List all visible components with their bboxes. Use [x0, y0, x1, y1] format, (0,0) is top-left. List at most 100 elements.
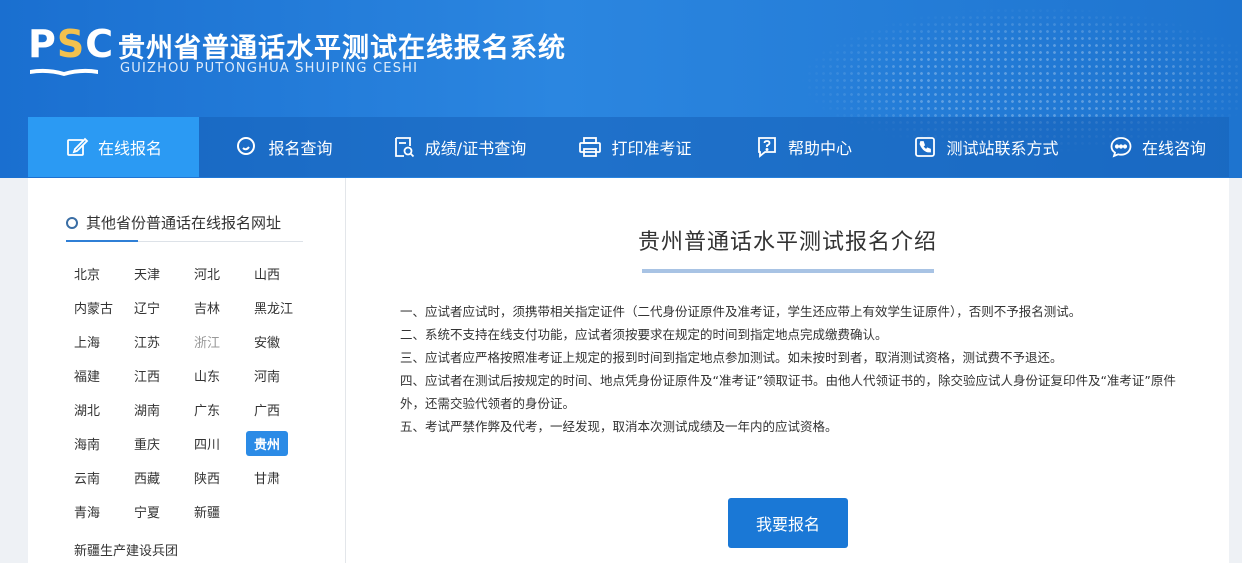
logo-text: PSC [28, 22, 115, 66]
province-link-label: 湖北 [74, 403, 101, 419]
province-link-label: 西藏 [134, 471, 161, 487]
province-link-label: 天津 [134, 267, 161, 283]
notice-item: 四、应试者在测试后按规定的时间、地点凭身份证原件及“准考证”领取证书。由他人代领… [400, 373, 1176, 411]
province-link[interactable]: 新疆 [186, 494, 246, 528]
province-link[interactable]: 福建 [66, 358, 126, 392]
edit-icon [67, 137, 89, 156]
nav-label: 成绩/证书查询 [424, 139, 527, 158]
province-link[interactable]: 陕西 [186, 460, 246, 494]
nav-label: 在线报名 [97, 139, 162, 158]
province-link[interactable]: 山东 [186, 358, 246, 392]
province-link[interactable]: 湖南 [126, 392, 186, 426]
notice-item: 三、应试者应严格按照准考证上规定的报到时间到指定地点参加测试。如未按时到者，取消… [400, 350, 1063, 365]
nav-label: 报名查询 [268, 139, 333, 158]
province-link[interactable]: 北京 [66, 256, 126, 290]
title-underline [642, 269, 934, 273]
province-link[interactable]: 安徽 [246, 324, 306, 358]
province-link[interactable]: 海南 [66, 426, 126, 460]
nav-item-registration-query[interactable]: 报名查询 [199, 117, 369, 177]
help-icon [758, 137, 776, 158]
nav-label: 测试站联系方式 [946, 139, 1059, 158]
notice-list: 一、应试者应试时，须携带相关指定证件（二代身份证原件及准考证，学生还应带上有效学… [400, 300, 1180, 438]
province-link[interactable]: 黑龙江 [246, 290, 306, 324]
notice-item: 五、考试严禁作弊及代考，一经发现，取消本次测试成绩及一年内的应试资格。 [400, 419, 838, 434]
province-link-label: 山东 [194, 369, 221, 385]
province-link-label: 安徽 [254, 335, 281, 351]
province-link[interactable]: 浙江 [186, 324, 246, 358]
province-link[interactable]: 天津 [126, 256, 186, 290]
province-link[interactable]: 重庆 [126, 426, 186, 460]
province-link-label: 海南 [74, 437, 101, 453]
province-link[interactable]: 辽宁 [126, 290, 186, 324]
book-icon [30, 68, 98, 76]
province-link-xinjiang-corps[interactable]: 新疆生产建设兵团 [74, 540, 178, 559]
province-link[interactable]: 湖北 [66, 392, 126, 426]
province-link-label: 河北 [194, 267, 221, 283]
province-link-label: 浙江 [194, 335, 221, 351]
province-link-label: 北京 [74, 267, 101, 283]
nav-item-online-registration[interactable]: 在线报名 [28, 117, 199, 177]
search-icon [237, 137, 256, 155]
province-link[interactable]: 河南 [246, 358, 306, 392]
province-link[interactable]: 上海 [66, 324, 126, 358]
province-link[interactable]: 甘肃 [246, 460, 306, 494]
apply-button[interactable]: 我要报名 [728, 498, 848, 548]
province-link-label: 江苏 [134, 335, 161, 351]
sidebar-title-text: 其他省份普通话在线报名网址 [86, 214, 282, 232]
province-link[interactable]: 内蒙古 [66, 290, 126, 324]
nav-label: 打印准考证 [611, 139, 692, 158]
sidebar: 其他省份普通话在线报名网址 北京 天津 河北 山西内蒙古 辽宁 吉林 黑龙江上海 江苏 浙江 安徽… [28, 178, 346, 563]
province-link-label: 吉林 [194, 301, 221, 317]
province-link[interactable]: 青海 [66, 494, 126, 528]
nav-label: 帮助中心 [787, 139, 852, 158]
province-link-label: 上海 [74, 335, 101, 351]
phone-icon [915, 137, 936, 157]
province-link-label: 四川 [194, 437, 221, 453]
province-link[interactable]: 河北 [186, 256, 246, 290]
chat-icon [1110, 137, 1132, 158]
sidebar-title: 其他省份普通话在线报名网址 [66, 212, 281, 233]
province-link-label: 内蒙古 [74, 301, 114, 317]
province-link[interactable]: 广西 [246, 392, 306, 426]
nav-item-online-consult[interactable]: 在线咨询 [1086, 117, 1229, 177]
province-link[interactable]: 江苏 [126, 324, 186, 358]
province-link-label: 黑龙江 [254, 301, 294, 317]
nav-label: 在线咨询 [1141, 139, 1206, 158]
province-link-label: 湖南 [134, 403, 161, 419]
nav-item-score-query[interactable]: 成绩/证书查询 [369, 117, 549, 177]
province-link-label: 云南 [74, 471, 101, 487]
province-link[interactable]: 宁夏 [126, 494, 186, 528]
province-link[interactable]: 山西 [246, 256, 306, 290]
province-link-label: 广东 [194, 403, 221, 419]
nav-item-print-ticket[interactable]: 打印准考证 [549, 117, 721, 177]
province-link[interactable]: 四川 [186, 426, 246, 460]
province-link[interactable]: 江西 [126, 358, 186, 392]
province-link-label: 福建 [74, 369, 101, 385]
site-header: PSC 贵州省普通话水平测试在线报名系统 GUIZHOU PUTONGHUA S… [0, 0, 1242, 178]
province-link-label: 山西 [254, 267, 281, 283]
nav-item-station-contact[interactable]: 测试站联系方式 [886, 117, 1086, 177]
province-link[interactable]: 西藏 [126, 460, 186, 494]
province-link-label: 河南 [254, 369, 281, 385]
province-link-label: 重庆 [134, 437, 161, 453]
province-link[interactable]: 云南 [66, 460, 126, 494]
province-link-label: 青海 [74, 505, 101, 521]
province-link-grid: 北京 天津 河北 山西内蒙古 辽宁 吉林 黑龙江上海 江苏 浙江 安徽福建 江西 山东 河南湖北 湖南 广东… [66, 256, 326, 528]
psc-logo[interactable]: PSC [28, 22, 113, 80]
main-nav: 在线报名 报名查询 成绩/证书查询 打印准考证 帮助中心 测试站联系方式 在线咨… [28, 117, 1229, 177]
province-link-label: 宁夏 [134, 505, 161, 521]
notice-item: 一、应试者应试时，须携带相关指定证件（二代身份证原件及准考证，学生还应带上有效学… [400, 304, 1082, 319]
nav-item-help-center[interactable]: 帮助中心 [721, 117, 886, 177]
province-link-label: 广西 [254, 403, 281, 419]
province-link[interactable]: 贵州 [246, 426, 306, 460]
province-link-label: 新疆 [194, 505, 221, 521]
province-link-label: 甘肃 [254, 471, 281, 487]
sidebar-divider [66, 240, 303, 242]
notice-item: 二、系统不支持在线支付功能，应试者须按要求在规定的时间到指定地点完成缴费确认。 [400, 327, 888, 342]
province-link[interactable]: 吉林 [186, 290, 246, 324]
province-link[interactable]: 广东 [186, 392, 246, 426]
page-title: 贵州普通话水平测试报名介绍 [637, 230, 937, 255]
province-link-label: 辽宁 [134, 301, 161, 317]
circle-bullet-icon [66, 216, 78, 229]
province-link-label: 陕西 [194, 471, 221, 487]
